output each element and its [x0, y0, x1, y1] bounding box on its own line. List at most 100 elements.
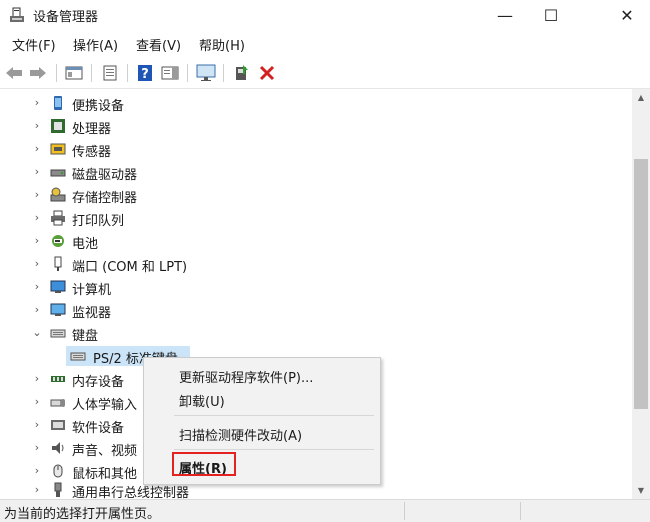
expand-arrow-icon[interactable]: ›: [31, 187, 43, 201]
show-hide-tree-icon[interactable]: [64, 63, 84, 83]
ctx-uninstall[interactable]: 卸载(U): [144, 387, 380, 411]
expand-arrow-icon[interactable]: ›: [31, 482, 43, 496]
storage-controller-icon: [50, 187, 66, 202]
keyboard-icon: [50, 329, 66, 338]
vertical-scrollbar[interactable]: ▲ ▼: [632, 89, 650, 499]
expand-arrow-icon[interactable]: ›: [31, 440, 43, 454]
tree-item-portable-devices[interactable]: › 便携设备: [0, 92, 632, 115]
battery-icon: [52, 235, 64, 247]
tree-item-sensors[interactable]: › 传感器: [0, 138, 632, 161]
toolbar: ?: [0, 58, 650, 89]
minimize-button[interactable]: —: [482, 0, 528, 30]
tree-item-label: 打印队列: [72, 214, 125, 229]
tree-item-label: 处理器: [72, 122, 112, 137]
expand-arrow-icon[interactable]: ›: [31, 302, 43, 316]
expand-arrow-icon[interactable]: ›: [31, 256, 43, 270]
tree-item-monitors[interactable]: › 监视器: [0, 299, 632, 322]
tree-item-label: 便携设备: [72, 99, 125, 114]
title-bar: 设备管理器 — ☐ ✕: [0, 0, 650, 30]
ctx-scan-hardware[interactable]: 扫描检测硬件改动(A): [144, 421, 380, 445]
update-driver-icon[interactable]: [232, 63, 252, 83]
tree-item-computer[interactable]: › 计算机: [0, 276, 632, 299]
properties-sheet-icon[interactable]: [100, 63, 120, 83]
toolbar-separator: [223, 64, 224, 82]
expand-arrow-icon[interactable]: ›: [31, 95, 43, 109]
tree-item-label: 键盘: [72, 329, 99, 344]
hid-icon: [50, 399, 65, 407]
toolbar-separator: [127, 64, 128, 82]
tree-item-disk-drives[interactable]: › 磁盘驱动器: [0, 161, 632, 184]
memory-icon: [51, 376, 65, 382]
expand-arrow-icon[interactable]: ›: [31, 463, 43, 477]
expand-arrow-icon[interactable]: ›: [31, 141, 43, 155]
port-icon: [54, 256, 62, 271]
scroll-down-arrow-icon[interactable]: ▼: [632, 482, 650, 499]
action-pane-icon[interactable]: [160, 63, 180, 83]
window-title: 设备管理器: [33, 10, 99, 25]
monitor-icon[interactable]: [196, 63, 216, 83]
help-icon[interactable]: ?: [135, 63, 155, 83]
expand-arrow-icon[interactable]: ›: [31, 279, 43, 293]
status-bar: 为当前的选择打开属性页。: [0, 499, 650, 522]
forward-arrow-icon[interactable]: [28, 63, 48, 83]
tree-item-processors[interactable]: › 处理器: [0, 115, 632, 138]
mouse-icon: [53, 464, 63, 478]
toolbar-separator: [91, 64, 92, 82]
tree-item-keyboards[interactable]: ⌄ 键盘: [0, 322, 632, 345]
tree-item-label: 人体学输入: [72, 398, 138, 413]
tree-item-label: 软件设备: [72, 421, 125, 436]
expand-arrow-icon[interactable]: ›: [31, 394, 43, 408]
tree-item-label: 传感器: [72, 145, 112, 160]
collapse-arrow-icon[interactable]: ⌄: [31, 325, 43, 339]
menu-file[interactable]: 文件(F): [12, 35, 56, 54]
scroll-thumb[interactable]: [634, 159, 648, 409]
maximize-button[interactable]: ☐: [528, 0, 574, 30]
expand-arrow-icon[interactable]: ›: [31, 118, 43, 132]
ctx-item-label: 卸载(U): [179, 395, 225, 410]
tree-item-batteries[interactable]: › 电池: [0, 230, 632, 253]
scroll-up-arrow-icon[interactable]: ▲: [632, 89, 650, 106]
software-device-icon: [51, 420, 65, 430]
uninstall-x-icon[interactable]: [257, 63, 277, 83]
usb-icon: [54, 482, 62, 497]
expand-arrow-icon[interactable]: ›: [31, 164, 43, 178]
menu-bar: 文件(F) 操作(A) 查看(V) 帮助(H): [0, 32, 650, 56]
monitor-icon: [50, 303, 66, 316]
expand-arrow-icon[interactable]: ›: [31, 210, 43, 224]
expand-arrow-icon[interactable]: ›: [31, 371, 43, 385]
toolbar-separator: [56, 64, 57, 82]
tree-item-label: 声音、视频: [72, 444, 138, 459]
highlight-box: [172, 452, 236, 476]
menu-action[interactable]: 操作(A): [73, 35, 118, 54]
tree-item-print-queues[interactable]: › 打印队列: [0, 207, 632, 229]
keyboard-icon: [70, 352, 86, 361]
tree-item-label: 磁盘驱动器: [72, 168, 138, 183]
menu-view[interactable]: 查看(V): [136, 35, 181, 54]
status-separator: [520, 502, 521, 520]
expand-arrow-icon[interactable]: ›: [31, 417, 43, 431]
tree-item-label: 端口 (COM 和 LPT): [72, 260, 188, 275]
menu-help[interactable]: 帮助(H): [199, 35, 245, 54]
printer-icon: [51, 210, 65, 226]
sensor-icon: [50, 143, 66, 155]
speaker-icon: [52, 442, 64, 454]
tree-item-label: 计算机: [72, 283, 112, 298]
context-menu: 更新驱动程序软件(P)... 卸载(U) 扫描检测硬件改动(A) 属性(R): [143, 357, 381, 485]
tree-item-ports[interactable]: › 端口 (COM 和 LPT): [0, 253, 632, 275]
device-manager-icon: [10, 7, 24, 22]
status-text: 为当前的选择打开属性页。: [4, 507, 161, 522]
processor-icon: [51, 119, 65, 133]
computer-icon: [50, 280, 66, 293]
close-button[interactable]: ✕: [604, 0, 650, 30]
status-separator: [404, 502, 405, 520]
expand-arrow-icon[interactable]: ›: [31, 233, 43, 247]
tree-item-storage-controllers[interactable]: › 存储控制器: [0, 184, 632, 206]
back-arrow-icon[interactable]: [4, 63, 24, 83]
ctx-item-label: 更新驱动程序软件(P)...: [179, 371, 314, 386]
tree-item-label: 存储控制器: [72, 191, 138, 206]
portable-device-icon: [54, 96, 62, 110]
tree-item-label: 监视器: [72, 306, 112, 321]
ctx-update-driver[interactable]: 更新驱动程序软件(P)...: [144, 363, 380, 387]
tree-item-label: 电池: [72, 237, 99, 252]
disk-drive-icon: [50, 169, 66, 177]
